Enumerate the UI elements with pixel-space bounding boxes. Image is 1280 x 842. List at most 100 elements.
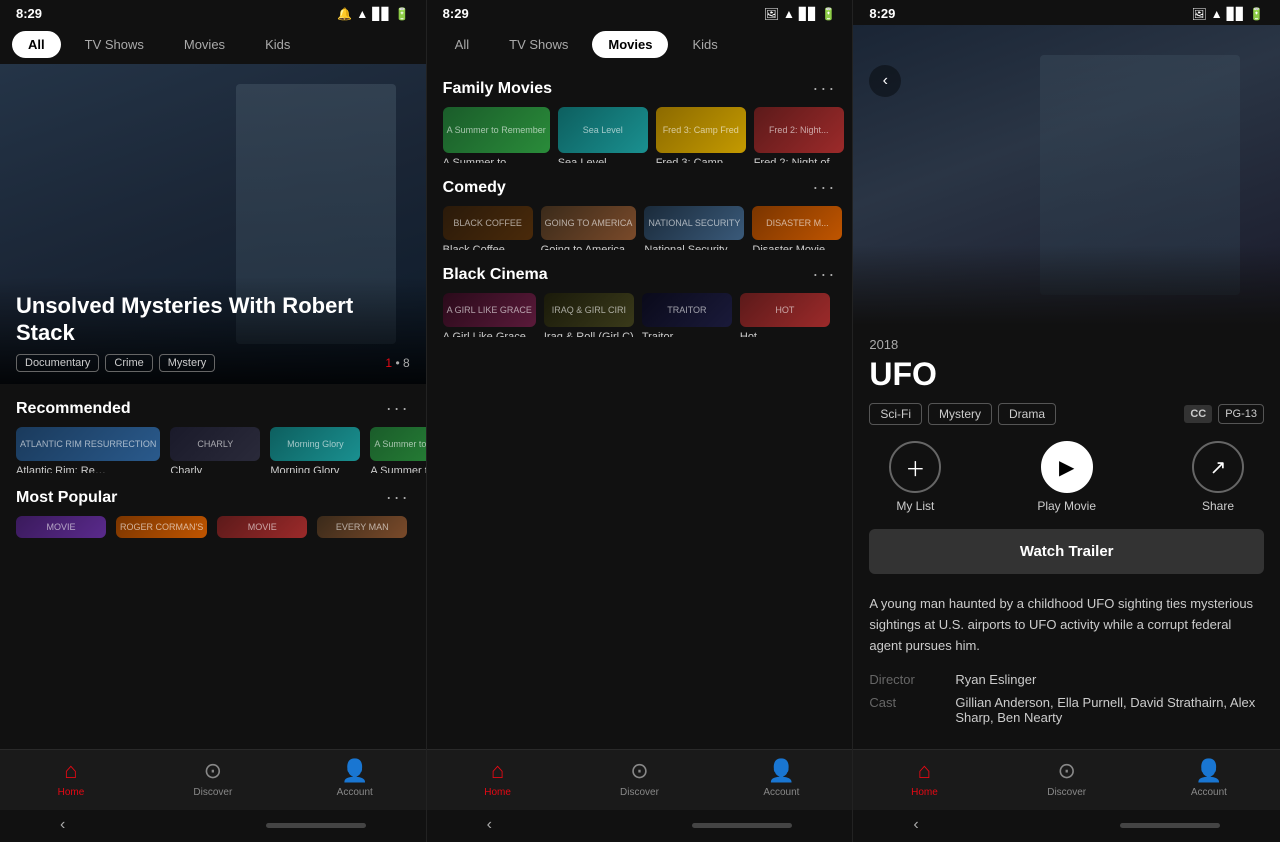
nav-account-1[interactable]: 👤 Account (284, 758, 426, 798)
img-icon-3: 🖼 (1191, 7, 1206, 21)
card-disaster[interactable]: DISASTER M... Disaster Movie (752, 206, 842, 240)
movie-card-pop1[interactable]: MOVIE (16, 516, 106, 538)
tag-mystery[interactable]: Mystery (928, 403, 992, 425)
movie-card-pop2[interactable]: ROGER CORMAN'S (116, 516, 207, 538)
card-sealevel[interactable]: Sea Level Sea Level (558, 107, 648, 153)
movie-card-charly[interactable]: CHARLY Charly (170, 427, 260, 461)
card-hot[interactable]: HOT Hot (740, 293, 830, 327)
nav-discover-1[interactable]: ⊙ Discover (142, 758, 284, 798)
thumb-traitor: TRAITOR (642, 293, 732, 327)
watch-trailer-button[interactable]: Watch Trailer (869, 529, 1264, 574)
rating-badge: PG-13 (1218, 404, 1264, 424)
alarm-icon: 🔔 (337, 7, 352, 21)
nav-account-2[interactable]: 👤 Account (710, 758, 852, 798)
label-disaster: Disaster Movie (752, 244, 842, 250)
card-blackcoffee[interactable]: BLACK COFFEE Black Coffee (443, 206, 533, 240)
label-traitor: Traitor (642, 331, 732, 337)
thumb-goingtoamerica: GOING TO AMERICA (541, 206, 637, 240)
blackcinema-row: A GIRL LIKE GRACE A Girl Like Grace IRAQ… (427, 293, 853, 337)
thumb-nationalsecurity: NATIONAL SECURITY (644, 206, 744, 240)
movie-card-atlantic[interactable]: ATLANTIC RIM RESURRECTION Atlantic Rim: … (16, 427, 160, 461)
phone-bottom-2: ‹ (427, 810, 853, 842)
nav-discover-3[interactable]: ⊙ Discover (996, 758, 1138, 798)
movie-card-pop4[interactable]: EVERY MAN (317, 516, 407, 538)
status-bar-2: 8:29 🖼 ▲ ▊▊ 🔋 (427, 0, 853, 25)
phone-bottom-3: ‹ (853, 810, 1280, 842)
tag-mystery[interactable]: Mystery (159, 354, 216, 372)
movie-card-pop3[interactable]: MOVIE (217, 516, 307, 538)
status-bar-1: 8:29 🔔 ▲ ▊▊ 🔋 (0, 0, 426, 25)
playmovie-button[interactable]: ▶ Play Movie (1037, 441, 1096, 513)
discover-label-3: Discover (1047, 787, 1086, 798)
bottom-nav-2: ⌂ Home ⊙ Discover 👤 Account (427, 749, 853, 810)
label-fred2: Fred 2: Night of the Living Fred (754, 157, 844, 163)
wifi-icon: ▲ (356, 7, 368, 21)
tag-crime[interactable]: Crime (105, 354, 152, 372)
share-button[interactable]: ↗ Share (1192, 441, 1244, 513)
nav-discover-2[interactable]: ⊙ Discover (569, 758, 711, 798)
panel-3: 8:29 🖼 ▲ ▊▊ 🔋 ‹ 2018 UFO Sci-Fi Mystery … (853, 0, 1280, 842)
label-blackcoffee: Black Coffee (443, 244, 533, 250)
wifi-icon-2: ▲ (783, 7, 795, 21)
back-arrow-3[interactable]: ‹ (913, 816, 918, 834)
back-arrow-2[interactable]: ‹ (487, 816, 492, 834)
nav-tabs-2: All TV Shows Movies Kids (427, 25, 853, 64)
tab-kids-1[interactable]: Kids (249, 31, 306, 58)
hero3-overlay (853, 245, 1280, 325)
movie-thumb-pop1: MOVIE (16, 516, 106, 538)
tab-tvshows-2[interactable]: TV Shows (493, 31, 584, 58)
back-arrow-1[interactable]: ‹ (60, 816, 65, 834)
status-icons-1: 🔔 ▲ ▊▊ 🔋 (337, 7, 409, 21)
nav-home-2[interactable]: ⌂ Home (427, 758, 569, 798)
tab-movies-2[interactable]: Movies (592, 31, 668, 58)
detail-scroll[interactable]: 2018 UFO Sci-Fi Mystery Drama CC PG-13 ＋… (853, 325, 1280, 749)
popular-more[interactable]: ··· (386, 487, 410, 508)
share-icon: ↗ (1192, 441, 1244, 493)
card-traitor[interactable]: TRAITOR Traitor (642, 293, 732, 327)
card-fred2[interactable]: Fred 2: Night... Fred 2: Night of the Li… (754, 107, 844, 153)
comedy-row: BLACK COFFEE Black Coffee GOING TO AMERI… (427, 206, 853, 250)
nav-account-3[interactable]: 👤 Account (1138, 758, 1280, 798)
card-iraq[interactable]: IRAQ & GIRL CIRI Iraq & Roll (Girl C) (544, 293, 634, 327)
label-summer: A Summer to Remember (443, 157, 533, 163)
card-summer[interactable]: A Summer to Remember A Summer to Remembe… (443, 107, 550, 153)
comedy-header: Comedy ··· (427, 163, 853, 206)
scroll-content-1[interactable]: Recommended ··· ATLANTIC RIM RESURRECTIO… (0, 384, 426, 749)
tab-tvshows-1[interactable]: TV Shows (69, 31, 160, 58)
card-goingtoamerica[interactable]: GOING TO AMERICA Going to America (541, 206, 637, 240)
blackcinema-header: Black Cinema ··· (427, 250, 853, 293)
movie-thumb-pop3: MOVIE (217, 516, 307, 538)
tag-documentary[interactable]: Documentary (16, 354, 99, 372)
tab-all-1[interactable]: All (12, 31, 61, 58)
tag-drama[interactable]: Drama (998, 403, 1056, 425)
tab-kids-2[interactable]: Kids (676, 31, 733, 58)
discover-icon-3: ⊙ (1057, 758, 1075, 784)
blackcinema-more[interactable]: ··· (812, 264, 836, 285)
tag-scifi[interactable]: Sci-Fi (869, 403, 922, 425)
hero-title-1: Unsolved Mysteries With Robert Stack (16, 293, 410, 346)
card-fred3[interactable]: Fred 3: Camp Fred Fred 3: Camp Fred (656, 107, 746, 153)
family-more[interactable]: ··· (812, 78, 836, 99)
tags-row-1: Documentary Crime Mystery 1 • 8 (16, 354, 410, 372)
thumb-fred3: Fred 3: Camp Fred (656, 107, 746, 153)
mylist-button[interactable]: ＋ My List (889, 441, 941, 513)
tab-all-2[interactable]: All (439, 31, 485, 58)
account-icon-3: 👤 (1195, 758, 1222, 784)
card-girlgrace[interactable]: A GIRL LIKE GRACE A Girl Like Grace (443, 293, 536, 327)
nav-home-1[interactable]: ⌂ Home (0, 758, 142, 798)
cast-value: Gillian Anderson, Ella Purnell, David St… (955, 695, 1264, 725)
recommended-more[interactable]: ··· (386, 398, 410, 419)
nav-home-3[interactable]: ⌂ Home (853, 758, 995, 798)
card-nationalsecurity[interactable]: NATIONAL SECURITY National Security (644, 206, 744, 240)
movie-card-summer[interactable]: A Summer to Remember A Summer to Remembe… (370, 427, 425, 461)
playmovie-label: Play Movie (1037, 499, 1096, 513)
panel2-content[interactable]: Family Movies ··· A Summer to Remember A… (427, 64, 853, 749)
nav-tabs-1: All TV Shows Movies Kids (0, 25, 426, 64)
tab-movies-1[interactable]: Movies (168, 31, 241, 58)
actions-row: ＋ My List ▶ Play Movie ↗ Share (869, 441, 1264, 513)
detail-description: A young man haunted by a childhood UFO s… (869, 594, 1264, 656)
home-icon-3: ⌂ (918, 758, 931, 784)
comedy-more[interactable]: ··· (812, 177, 836, 198)
signal-icon-3: ▊▊ (1227, 7, 1245, 21)
movie-card-morning[interactable]: Morning Glory Morning Glory (270, 427, 360, 461)
